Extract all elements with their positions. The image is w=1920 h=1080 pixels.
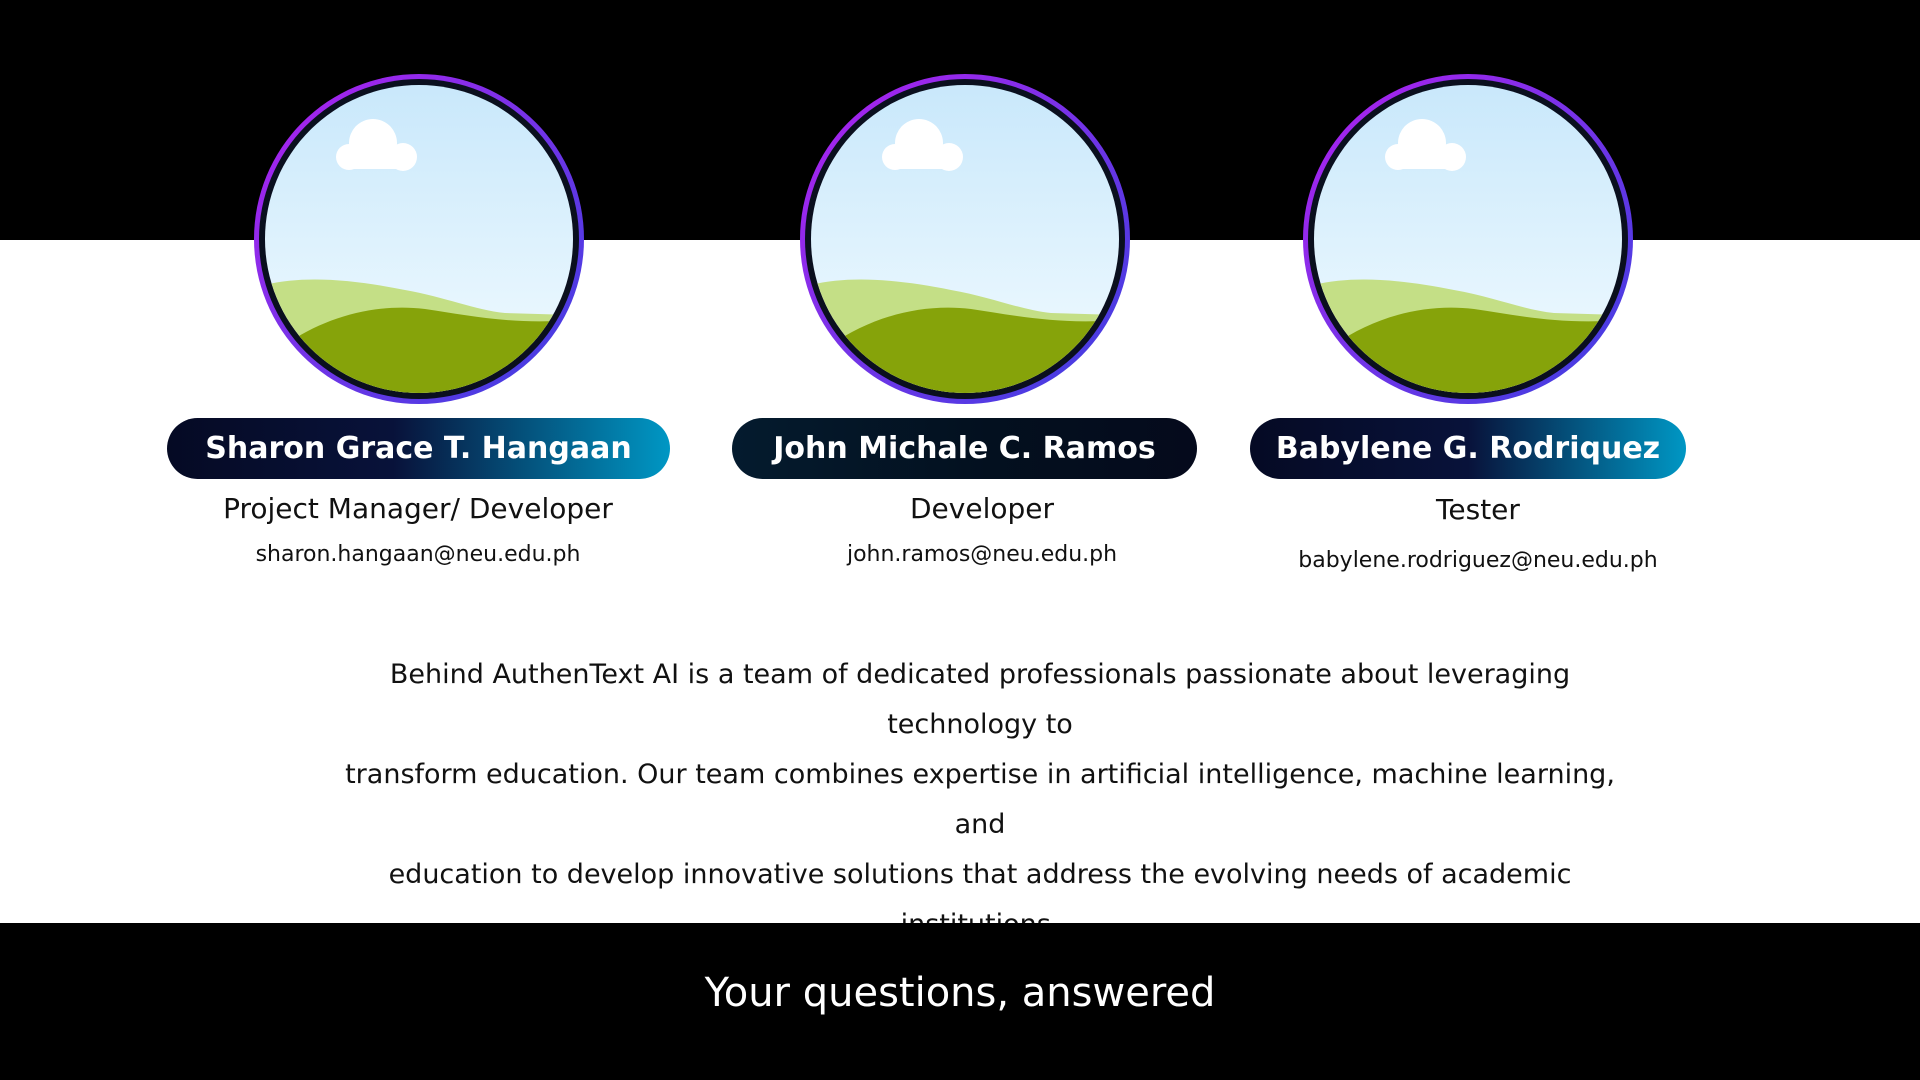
footer-title: Your questions, answered <box>704 970 1216 1016</box>
avatar-ring <box>800 74 1130 404</box>
landscape-placeholder-icon <box>811 85 1119 393</box>
member-email: sharon.hangaan@neu.edu.ph <box>255 542 581 567</box>
description-line: Behind AuthenText AI is a team of dedica… <box>389 659 1571 740</box>
avatar-ring <box>1303 74 1633 404</box>
member-name-pill: John Michale C. Ramos <box>732 418 1197 479</box>
landscape-placeholder-icon <box>1314 85 1622 393</box>
team-description: Behind AuthenText AI is a team of dedica… <box>330 650 1630 950</box>
member-name-pill: Sharon Grace T. Hangaan <box>167 418 670 479</box>
member-role: Developer <box>909 492 1054 525</box>
member-role: Project Manager/ Developer <box>223 492 613 525</box>
member-name-pill: Babylene G. Rodriquez <box>1250 418 1686 479</box>
member-email: john.ramos@neu.edu.ph <box>846 542 1118 567</box>
member-email: babylene.rodriguez@neu.edu.ph <box>1298 548 1658 573</box>
landscape-placeholder-icon <box>265 85 573 393</box>
member-role: Tester <box>1436 493 1520 526</box>
team-page: Sharon Grace T. Hangaan Project Manager/… <box>0 0 1920 1080</box>
description-line: transform education. Our team combines e… <box>345 759 1615 840</box>
avatar-ring <box>254 74 584 404</box>
